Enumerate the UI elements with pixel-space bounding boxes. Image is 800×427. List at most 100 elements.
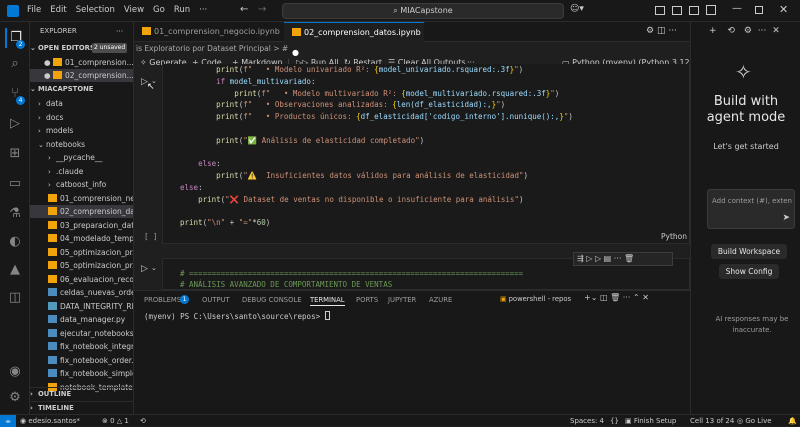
tree-item[interactable]: 03_preparacion_dat... bbox=[30, 219, 133, 232]
run-options-chevron-icon[interactable]: ⌄ bbox=[151, 264, 157, 272]
remote-indicator-icon[interactable]: ⌯ bbox=[0, 415, 16, 427]
more-actions-icon[interactable]: ··· bbox=[668, 26, 677, 36]
search-icon[interactable]: ⌕ bbox=[5, 54, 25, 74]
tab-02-comprension-datos[interactable]: 02_comprension_datos.ipynb ● bbox=[284, 22, 424, 57]
azure-icon[interactable]: ▲ bbox=[5, 260, 25, 280]
tree-item[interactable]: fix_notebook_order... bbox=[30, 354, 133, 367]
run-debug-icon[interactable]: ▷ bbox=[5, 114, 25, 134]
edge-icon[interactable]: ◐ bbox=[5, 232, 25, 252]
menu-run[interactable]: Run bbox=[174, 5, 190, 15]
code-lines[interactable]: print(f" • Modelo univariado R²: {model_… bbox=[170, 64, 685, 228]
tree-item[interactable]: › data bbox=[30, 97, 133, 110]
outline-header[interactable]: › OUTLINE bbox=[30, 387, 133, 400]
more-icon[interactable]: ··· bbox=[623, 293, 631, 302]
tab-debug-console[interactable]: DEBUG CONSOLE bbox=[242, 295, 302, 305]
command-center-search[interactable]: ⌕ MIACapstone bbox=[282, 3, 564, 19]
run-cell-icon[interactable]: ▷ bbox=[141, 264, 148, 274]
send-icon[interactable]: ➤ bbox=[782, 213, 790, 223]
menu-view[interactable]: View bbox=[124, 5, 144, 15]
account-status[interactable]: ◉ edesio.santos* bbox=[20, 415, 80, 427]
tree-item[interactable]: ejecutar_notebooks... bbox=[30, 327, 133, 340]
tree-item[interactable]: › docs bbox=[30, 111, 133, 124]
collapse-icon[interactable]: ▤ bbox=[604, 254, 612, 263]
account-icon[interactable]: ◉ bbox=[5, 362, 25, 382]
gear-icon[interactable]: ⚙ bbox=[744, 26, 752, 36]
tree-item[interactable]: 05_optimizacion_pr... bbox=[30, 246, 133, 259]
breadcrumb[interactable]: is Exploratorio por Dataset Principal > … bbox=[134, 43, 690, 54]
project-header[interactable]: ⌄ MIACAPSTONE bbox=[30, 83, 133, 96]
settings-gear-icon[interactable]: ⚙ bbox=[5, 388, 25, 408]
chevron-down-icon[interactable]: ⌄ bbox=[591, 293, 598, 302]
nav-forward-icon[interactable]: → bbox=[258, 4, 266, 15]
run-above-icon[interactable]: ⇶ bbox=[577, 254, 584, 263]
open-editor-2[interactable]: ● 02_comprension... bbox=[30, 69, 133, 82]
maximize-panel-icon[interactable]: ⌃ bbox=[633, 293, 640, 302]
layout-custom-icon[interactable] bbox=[706, 5, 716, 15]
menu-more[interactable]: ··· bbox=[199, 5, 207, 15]
tree-item[interactable]: › models bbox=[30, 124, 133, 137]
docker-icon[interactable]: ◫ bbox=[5, 288, 25, 308]
tab-jupyter[interactable]: JUPYTER bbox=[388, 295, 416, 305]
menu-file[interactable]: File bbox=[27, 5, 41, 15]
tree-item[interactable]: ⌄ notebooks bbox=[30, 138, 133, 151]
tab-output[interactable]: OUTPUT bbox=[202, 295, 230, 305]
layout-secondary-icon[interactable] bbox=[689, 6, 699, 15]
split-terminal-icon[interactable]: ◫ bbox=[600, 293, 608, 302]
chat-input[interactable]: Add context (#), exten ➤ bbox=[707, 189, 795, 229]
new-chat-icon[interactable]: + bbox=[709, 26, 717, 36]
tree-item[interactable]: fix_notebook_simple... bbox=[30, 367, 133, 380]
layout-sidebar-icon[interactable] bbox=[655, 6, 665, 15]
timeline-header[interactable]: › TIMELINE bbox=[30, 401, 133, 414]
more-cell-icon[interactable]: ··· bbox=[614, 254, 622, 263]
layout-panel-icon[interactable] bbox=[672, 6, 682, 15]
split-editor-icon[interactable]: ◫ bbox=[657, 26, 666, 36]
explorer-more-icon[interactable]: ··· bbox=[116, 25, 132, 38]
indentation-status[interactable]: Spaces: 4 bbox=[570, 415, 604, 427]
trash-icon[interactable]: 🗑 bbox=[610, 293, 620, 302]
history-icon[interactable]: ⟲ bbox=[727, 26, 735, 36]
gear-icon[interactable]: ⚙ bbox=[646, 26, 654, 36]
tree-item[interactable]: › catboost_info bbox=[30, 178, 133, 191]
notifications-icon[interactable]: 🔔 bbox=[788, 415, 797, 427]
golive-status[interactable]: ◎ Go Live bbox=[737, 415, 772, 427]
menu-edit[interactable]: Edit bbox=[50, 5, 66, 15]
tree-item[interactable]: celdas_nuevas_orde... bbox=[30, 286, 133, 299]
terminal-prompt[interactable]: (myenv) PS C:\Users\santo\source\repos> bbox=[144, 311, 330, 322]
delete-cell-icon[interactable]: 🗑 bbox=[624, 254, 634, 263]
tree-item[interactable]: 06_evaluacion_reco... bbox=[30, 273, 133, 286]
tab-azure[interactable]: AZURE bbox=[429, 295, 452, 305]
tab-ports[interactable]: PORTS bbox=[356, 295, 378, 305]
tree-item[interactable]: 05_optimizacion_pr... bbox=[30, 259, 133, 272]
remote-explorer-icon[interactable]: ▭ bbox=[5, 174, 25, 194]
run-options-chevron-icon[interactable]: ⌄ bbox=[151, 77, 157, 85]
open-editor-1[interactable]: ● 01_comprension... bbox=[30, 56, 133, 69]
run-below-icon[interactable]: ▷ bbox=[586, 254, 592, 263]
more-icon[interactable]: ··· bbox=[758, 26, 767, 36]
tree-item[interactable]: fix_notebook_integri... bbox=[30, 340, 133, 353]
build-workspace-button[interactable]: Build Workspace bbox=[711, 244, 787, 259]
new-terminal-icon[interactable]: + bbox=[584, 293, 591, 302]
cell-position-status[interactable]: Cell 13 of 24 bbox=[690, 415, 734, 427]
cell-language-label[interactable]: Python bbox=[661, 232, 687, 241]
close-icon[interactable]: ✕ bbox=[779, 3, 788, 16]
tree-item[interactable]: 02_comprension_da... bbox=[30, 205, 133, 218]
extensions-icon[interactable]: ⊞ bbox=[5, 144, 25, 164]
terminal-shell-selector[interactable]: ▣ powershell - repos bbox=[500, 295, 571, 303]
tree-item[interactable]: › .claude bbox=[30, 165, 133, 178]
show-config-button[interactable]: Show Config bbox=[719, 264, 779, 279]
close-panel-icon[interactable]: ✕ bbox=[642, 293, 649, 302]
menu-selection[interactable]: Selection bbox=[76, 5, 115, 15]
tree-item[interactable]: DATA_INTEGRITY_RE... bbox=[30, 300, 133, 313]
testing-icon[interactable]: ⚗ bbox=[5, 204, 25, 224]
copilot-icon[interactable]: ☺▾ bbox=[570, 4, 584, 14]
layout-status-icon[interactable]: {} bbox=[610, 415, 619, 427]
close-icon[interactable]: ✕ bbox=[772, 26, 780, 36]
tab-terminal[interactable]: TERMINAL bbox=[310, 295, 345, 306]
sync-icon[interactable]: ⟲ bbox=[140, 415, 146, 427]
split-cell-icon[interactable]: ▷ bbox=[595, 254, 601, 263]
maximize-icon[interactable] bbox=[755, 6, 763, 14]
finish-setup-status[interactable]: ▣ Finish Setup bbox=[625, 415, 676, 427]
minimize-icon[interactable]: — bbox=[732, 3, 742, 14]
tree-item[interactable]: › __pycache__ bbox=[30, 151, 133, 164]
problems-status[interactable]: ⊗ 0 △ 1 bbox=[102, 415, 129, 427]
